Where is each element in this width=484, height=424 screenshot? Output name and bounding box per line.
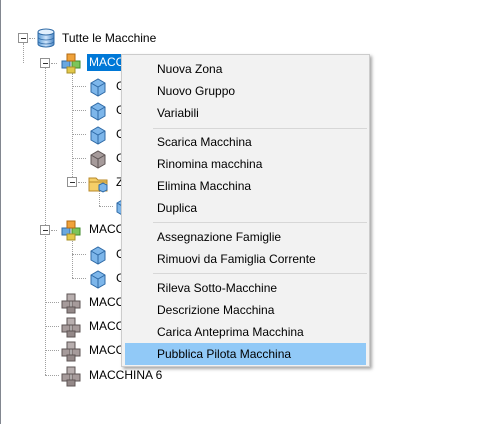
- menu-item-nuova-zona[interactable]: Nuova Zona: [125, 58, 366, 80]
- tree-connector: [99, 206, 113, 207]
- context-menu: Nuova Zona Nuovo Gruppo Variabili Scaric…: [121, 54, 370, 367]
- tree-connector: [72, 86, 86, 87]
- tree-connector: [51, 63, 57, 64]
- machine-gray-icon: [60, 292, 82, 314]
- tree-connector: [72, 73, 73, 185]
- tree-connector: [45, 302, 59, 303]
- collapse-toggle[interactable]: [18, 33, 28, 43]
- group-blue-icon: [87, 244, 109, 266]
- zone-folder-icon: [87, 172, 109, 194]
- tree-connector: [72, 236, 73, 278]
- collapse-toggle[interactable]: [40, 58, 50, 68]
- tree-connector: [78, 182, 86, 183]
- collapse-toggle[interactable]: [40, 225, 50, 235]
- menu-separator: [153, 273, 367, 274]
- collapse-toggle[interactable]: [67, 177, 77, 187]
- machine-color-icon: [60, 219, 82, 241]
- group-blue-icon: [87, 124, 109, 146]
- menu-item-rinomina-macchina[interactable]: Rinomina macchina: [125, 153, 366, 175]
- database-icon: [35, 27, 57, 49]
- machine-color-icon: [60, 52, 82, 74]
- tree-connector: [45, 375, 59, 376]
- tree-connector: [51, 230, 57, 231]
- group-blue-icon: [87, 76, 109, 98]
- menu-item-rileva-sotto-macchine[interactable]: Rileva Sotto-Macchine: [125, 277, 366, 299]
- tree-connector: [23, 43, 24, 63]
- tree-connector: [45, 350, 59, 351]
- machine-gray-icon: [60, 365, 82, 387]
- group-blue-icon: [87, 100, 109, 122]
- group-gray-icon: [87, 148, 109, 170]
- machine-gray-icon: [60, 316, 82, 338]
- menu-item-scarica-macchina[interactable]: Scarica Macchina: [125, 131, 366, 153]
- tree-connector: [72, 254, 86, 255]
- menu-item-elimina-macchina[interactable]: Elimina Macchina: [125, 175, 366, 197]
- tree-connector: [72, 110, 86, 111]
- menu-item-nuovo-gruppo[interactable]: Nuovo Gruppo: [125, 80, 366, 102]
- machine-gray-icon: [60, 340, 82, 362]
- menu-item-rimuovi-famiglia[interactable]: Rimuovi da Famiglia Corrente: [125, 248, 366, 270]
- tree-connector: [45, 326, 59, 327]
- group-blue-icon: [87, 268, 109, 290]
- tree-connector: [72, 158, 86, 159]
- tree-connector: [72, 134, 86, 135]
- menu-separator: [153, 128, 367, 129]
- menu-item-variabili[interactable]: Variabili: [125, 102, 366, 124]
- menu-item-carica-anteprima[interactable]: Carica Anteprima Macchina: [125, 321, 366, 343]
- tree-connector: [45, 68, 46, 375]
- menu-separator: [153, 222, 367, 223]
- menu-item-duplica[interactable]: Duplica: [125, 197, 366, 219]
- tree-node-machine[interactable]: MACCHINA 6: [87, 367, 164, 384]
- tree-root-label[interactable]: Tutte le Macchine: [60, 30, 158, 47]
- tree-connector: [72, 278, 86, 279]
- menu-item-assegnazione-famiglie[interactable]: Assegnazione Famiglie: [125, 226, 366, 248]
- menu-item-descrizione-macchina[interactable]: Descrizione Macchina: [125, 299, 366, 321]
- menu-item-pubblica-pilota[interactable]: Pubblica Pilota Macchina: [125, 343, 366, 365]
